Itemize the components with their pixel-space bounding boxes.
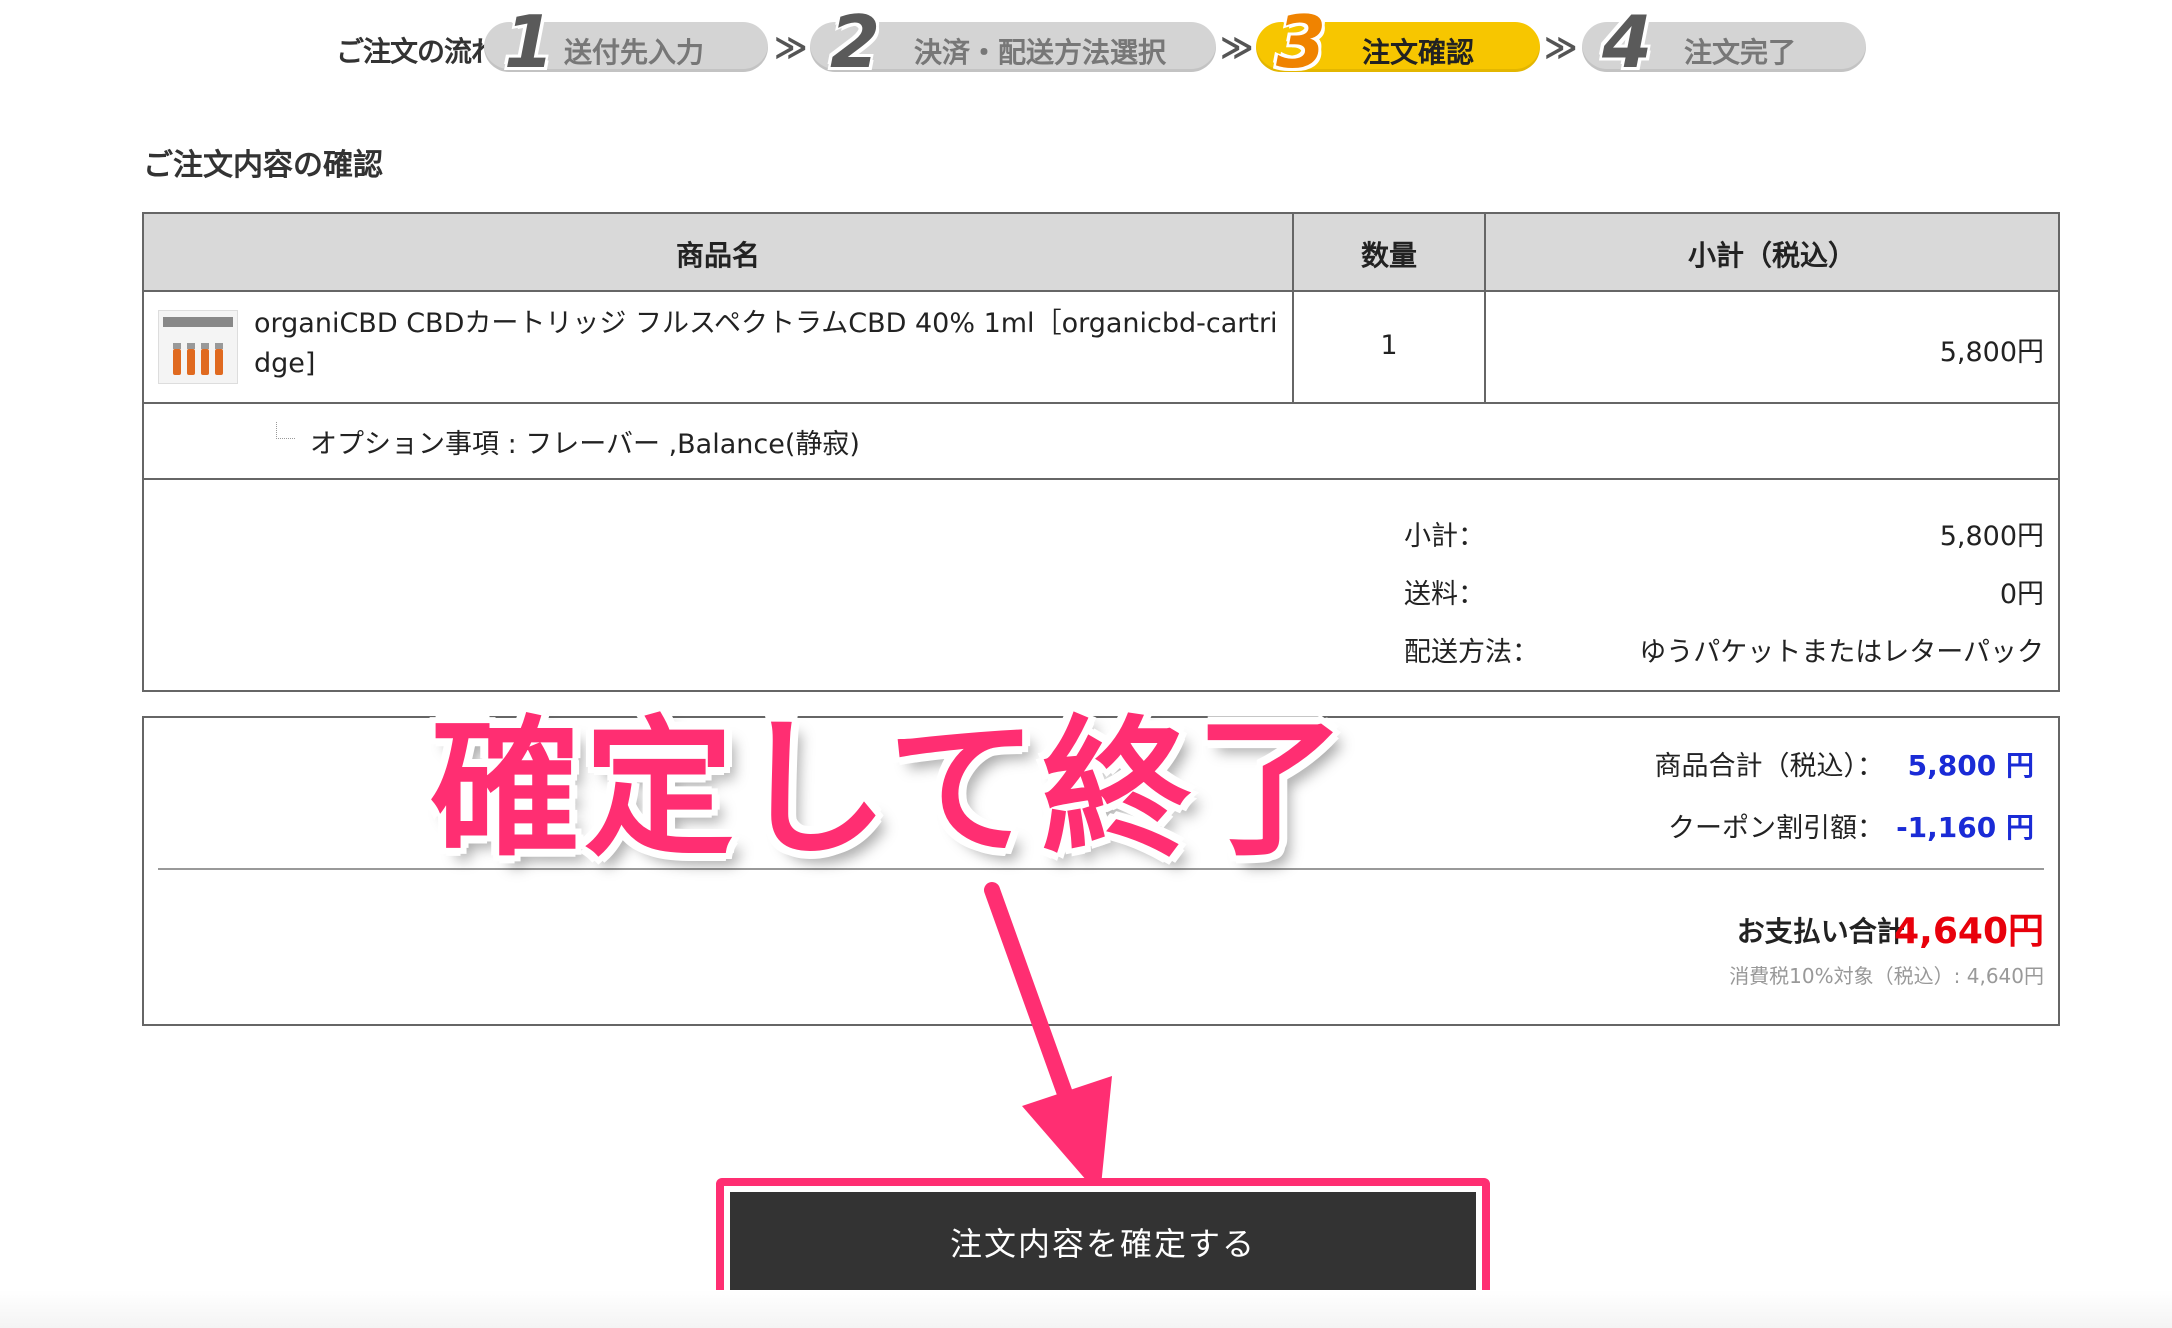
step-1-number: 1	[504, 0, 555, 84]
summary-subtotal-value: 5,800円	[1939, 521, 2044, 552]
step-separator-icon: ≫	[774, 28, 808, 66]
step-3: 3 注文確認	[1256, 6, 1540, 78]
order-flow-label: ご注文の流れ:	[336, 35, 509, 68]
product-price: 5,800円	[1939, 337, 2044, 368]
table-header: 商品名 数量 小計（税込）	[144, 214, 2058, 292]
step-separator-icon: ≫	[1544, 28, 1578, 66]
goods-total-label: 商品合計（税込）：	[1654, 751, 1885, 782]
header-subtotal: 小計（税込）	[1687, 239, 1856, 272]
step-3-label: 注文確認	[1362, 36, 1475, 69]
summary-delivery-value: ゆうパケットまたはレターパック	[1639, 637, 2044, 668]
step-separator-icon: ≫	[1220, 28, 1254, 66]
footer-fade	[0, 1290, 2172, 1328]
column-divider	[1292, 214, 1294, 404]
tree-branch-icon	[276, 422, 295, 439]
row-divider	[144, 478, 2058, 480]
header-product-name: 商品名	[675, 239, 760, 272]
payment-total-label: お支払い合計:	[1736, 915, 1916, 948]
coupon-discount-value: -1,160 円	[1896, 811, 2034, 844]
step-2: 2 決済・配送方法選択	[810, 6, 1216, 78]
step-4-label: 注文完了	[1684, 36, 1797, 69]
product-name: organiCBD CBDカートリッジ フルスペクトラムCBD 40% 1ml［…	[254, 308, 1278, 379]
page-title: ご注文内容の確認	[143, 148, 383, 183]
product-quantity: 1	[1380, 330, 1398, 361]
summary-shipping-label: 送料：	[1404, 579, 1485, 610]
coupon-discount-label: クーポン割引額：	[1668, 813, 1884, 844]
step-4-number: 4	[1602, 0, 1653, 84]
product-thumbnail[interactable]	[158, 310, 238, 384]
confirm-order-button[interactable]: 注文内容を確定する	[730, 1192, 1476, 1292]
column-divider	[1484, 214, 1486, 404]
payment-total-value: 4,640円	[1894, 911, 2044, 952]
step-1: 1 送付先入力	[484, 6, 768, 78]
annotation-arrow-icon	[984, 882, 1112, 1196]
goods-total-value: 5,800 円	[1907, 749, 2034, 782]
step-2-label: 決済・配送方法選択	[914, 36, 1167, 69]
step-3-number: 3	[1276, 0, 1327, 84]
summary-subtotal-label: 小計：	[1404, 521, 1485, 552]
annotation-text: 確定して終了	[430, 703, 1350, 877]
row-divider	[144, 402, 2058, 404]
step-4: 4 注文完了	[1582, 6, 1866, 78]
product-option: オプション事項 : フレーバー ,Balance(静寂)	[310, 429, 860, 460]
summary-shipping-value: 0円	[1999, 579, 2044, 610]
step-2-number: 2	[830, 0, 881, 84]
header-quantity: 数量	[1360, 239, 1417, 272]
order-items-table: 商品名 数量 小計（税込） organiCBD CBDカートリッジ フルスペクト…	[142, 212, 2060, 692]
step-1-label: 送付先入力	[564, 36, 705, 69]
confirm-button-highlight: 注文内容を確定する	[716, 1178, 1490, 1306]
tax-note: 消費税10%対象（税込）: 4,640円	[1729, 964, 2044, 988]
summary-delivery-label: 配送方法：	[1404, 637, 1539, 668]
